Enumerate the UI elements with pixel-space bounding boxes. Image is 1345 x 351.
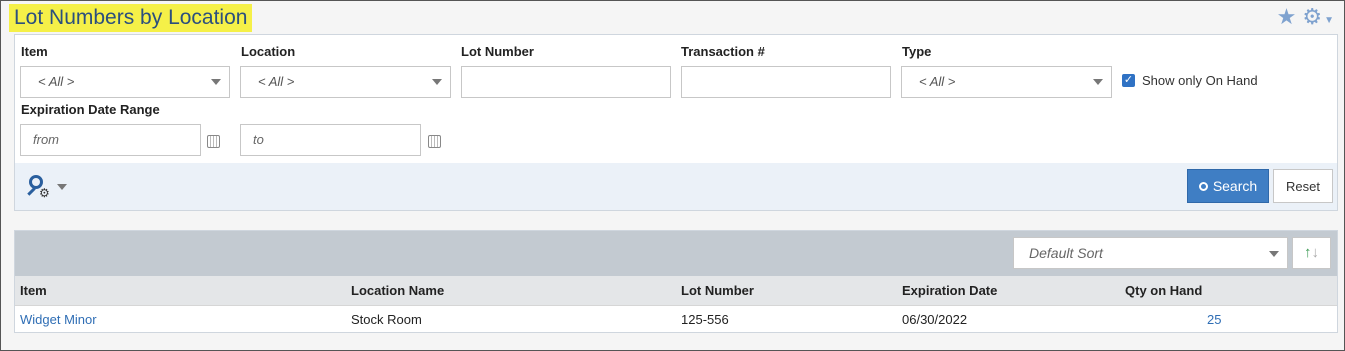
item-select-value: < All >	[38, 74, 75, 89]
star-icon[interactable]: ★	[1277, 6, 1297, 28]
chevron-down-icon	[211, 79, 221, 85]
search-button-label: Search	[1212, 178, 1258, 194]
column-header-location[interactable]: Location Name	[351, 276, 444, 305]
results-toolbar: Default Sort ↑↓	[15, 231, 1337, 276]
filter-panel: Item Location Lot Number Transaction # T…	[14, 34, 1338, 211]
calendar-icon[interactable]	[428, 135, 441, 148]
location-label: Location	[241, 44, 296, 59]
search-icon	[1198, 181, 1208, 191]
location-select[interactable]: < All >	[240, 66, 451, 98]
lot-number-cell: 125-556	[681, 312, 729, 327]
type-label: Type	[902, 44, 932, 59]
location-cell: Stock Room	[351, 312, 422, 327]
top-icons: ★ ⚙ ▼	[1277, 6, 1334, 28]
chevron-down-icon	[432, 79, 442, 85]
sort-descending-icon: ↓	[1311, 244, 1320, 261]
item-link[interactable]: Widget Minor	[20, 306, 97, 333]
type-select[interactable]: < All >	[901, 66, 1112, 98]
type-select-value: < All >	[919, 74, 956, 89]
expiration-cell: 06/30/2022	[902, 312, 968, 327]
sort-direction-button[interactable]: ↑↓	[1292, 237, 1331, 269]
show-on-hand-label: Show only On Hand	[1142, 73, 1258, 88]
sort-select[interactable]: Default Sort	[1013, 237, 1288, 269]
page-frame: Lot Numbers by Location ★ ⚙ ▼ Item Locat…	[0, 0, 1345, 351]
chevron-down-icon	[57, 184, 67, 190]
results-grid: Default Sort ↑↓ Item Location Name Lot N…	[14, 230, 1338, 333]
advanced-search-button[interactable]: ⚙	[27, 175, 67, 199]
column-header-lot-number[interactable]: Lot Number	[681, 276, 754, 305]
chevron-down-icon[interactable]: ▼	[1324, 15, 1334, 26]
gear-icon[interactable]: ⚙	[1302, 6, 1322, 28]
expiration-from-input[interactable]: from	[20, 124, 201, 156]
lot-number-input[interactable]	[461, 66, 671, 98]
show-on-hand-toggle[interactable]: ✓ Show only On Hand	[1122, 73, 1258, 88]
item-select[interactable]: < All >	[20, 66, 230, 98]
chevron-down-icon	[1093, 79, 1103, 85]
column-header-expiration[interactable]: Expiration Date	[902, 276, 997, 305]
column-header-qty[interactable]: Qty on Hand	[1125, 276, 1202, 305]
qty-link[interactable]: 25	[1207, 306, 1221, 333]
reset-button[interactable]: Reset	[1273, 169, 1333, 203]
item-label: Item	[21, 44, 48, 59]
location-select-value: < All >	[258, 74, 295, 89]
show-on-hand-checkbox[interactable]: ✓	[1122, 74, 1135, 87]
lot-number-label: Lot Number	[461, 44, 534, 59]
table-header: Item Location Name Lot Number Expiration…	[15, 276, 1337, 306]
action-bar: ⚙ Search Reset	[15, 163, 1337, 210]
page-title: Lot Numbers by Location	[9, 4, 253, 32]
expiration-to-input[interactable]: to	[240, 124, 421, 156]
transaction-label: Transaction #	[681, 44, 765, 59]
chevron-down-icon	[1269, 251, 1279, 257]
sort-select-value: Default Sort	[1029, 245, 1103, 261]
transaction-input[interactable]	[681, 66, 891, 98]
search-settings-icon: ⚙	[27, 175, 51, 199]
calendar-icon[interactable]	[207, 135, 220, 148]
table-row: Widget Minor Stock Room 125-556 06/30/20…	[15, 306, 1337, 333]
column-header-item[interactable]: Item	[20, 276, 47, 305]
sort-ascending-icon: ↑	[1304, 244, 1312, 261]
search-button[interactable]: Search	[1187, 169, 1269, 203]
expiration-range-label: Expiration Date Range	[21, 102, 160, 117]
